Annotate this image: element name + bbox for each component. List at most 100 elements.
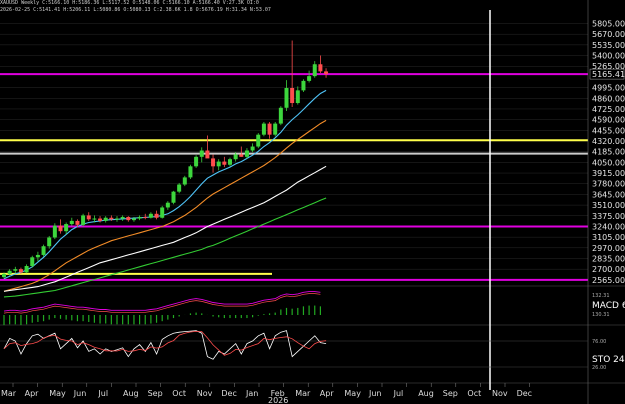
candle-body [115,218,119,220]
moving-average-line [3,89,327,280]
moving-average-line [3,119,327,292]
candle-body [216,161,221,167]
price-tick-label: 4590.00 [592,116,625,125]
candle-body [98,218,103,221]
chart-window: 5805.00 5670.00 5535.00 5400.00 5265.00 5165.… [0,0,625,404]
price-tick-label: 4320.00 [592,137,625,146]
price-tick-label: 3240.00 [592,222,625,231]
candle-body [52,225,57,238]
ohlc-header: XAUUSD Weekly C:5166.10 H:5186.36 L:5117… [0,0,259,6]
month-label: Dec [517,389,532,398]
macd-line [3,291,321,312]
candle-body [312,64,317,77]
price-tick-label: 3375.00 [592,212,625,221]
candle-body [47,237,52,247]
candle-body [92,218,97,220]
candle-body [171,191,176,203]
candle-body [137,216,142,219]
price-tick-label: 5805.00 [592,20,625,29]
candle-body [109,217,114,220]
candle-body [126,216,131,221]
month-label: Mar [1,389,17,398]
macd-label: MACD 6, [592,301,625,311]
candle-body [233,154,238,160]
month-label: Jun [368,389,382,398]
candle-body [267,123,272,135]
month-label: Jan [245,389,258,398]
candle-body [148,213,153,218]
candle-body [307,76,312,81]
year-label: 2026 [268,396,288,404]
candle-body [86,215,91,220]
candle-body [318,64,323,72]
candle-body [2,273,6,278]
price-tick-label: 5400.00 [592,52,625,61]
price-tick-label: 4050.00 [592,158,625,167]
month-label: Jul [97,389,108,398]
candle-body [41,246,46,255]
sto-label: STO 24, [592,355,625,365]
price-chart-svg[interactable]: 5805.005670.005535.005400.005265.005165.… [0,0,625,404]
candle-body [64,224,69,232]
candle-body [18,269,23,273]
month-label: Dec [221,389,236,398]
price-tick-label: 3645.00 [592,190,625,199]
candle-body [273,123,278,135]
candle-body [239,154,244,157]
price-tick-label: 3780.00 [592,180,625,189]
candle-body [188,166,193,178]
price-tick-label: 2700.00 [592,265,625,274]
month-label: Aug [123,389,139,398]
month-label: Sep [148,389,163,398]
candle-body [324,71,329,75]
sto-tick-label: 26.00 [592,365,606,371]
candle-body [75,220,80,225]
candle-body [290,87,295,104]
sto-tick-label: 76.00 [592,339,606,345]
candle-body [295,90,300,104]
month-label: Aug [418,389,434,398]
price-tick-label: 2970.00 [592,244,625,253]
candle-body [301,80,306,91]
candle-body [81,215,86,225]
month-label: Oct [172,389,186,398]
price-tick-label: 4185.00 [592,148,625,157]
candle-body [205,150,210,159]
candle-body [199,150,204,157]
candle-body [7,270,12,274]
price-tick-label: 4995.00 [592,84,625,93]
month-label: Nov [197,389,213,398]
candle-body [131,218,136,221]
price-tick-label: 3915.00 [592,169,625,178]
month-label: Apr [25,389,40,398]
indicator-header: 2026-02-25 C:5141.41 H:5206.11 L:5080.86… [0,7,271,13]
month-label: May [49,389,66,398]
month-label: Apr [320,389,335,398]
candle-body [143,216,148,218]
month-label: Jun [73,389,87,398]
candle-body [103,217,108,221]
candle-body [177,184,182,192]
candle-body [211,158,216,167]
candle-body [222,161,227,165]
candle-body [284,87,289,108]
month-label: Nov [492,389,508,398]
sto-d-line [3,330,327,356]
price-tick-label: 4725.00 [592,105,625,114]
candle-body [244,150,249,157]
candle-body [256,134,261,147]
candle-body [228,159,232,165]
price-tick-label: 2835.00 [592,254,625,263]
candle-body [58,225,63,232]
price-tick-label: 4455.00 [592,126,625,135]
candle-body [250,146,255,151]
candle-body [194,156,199,167]
candle-body [69,220,74,225]
price-tick-label: 4860.00 [592,94,625,103]
candle-body [120,216,125,219]
candle-body [35,254,40,258]
price-tick-label: 5670.00 [592,30,625,39]
price-tick-label: 3105.00 [592,233,625,242]
price-tick-label: 5165.41 [592,70,625,79]
price-tick-label: 3510.00 [592,201,625,210]
